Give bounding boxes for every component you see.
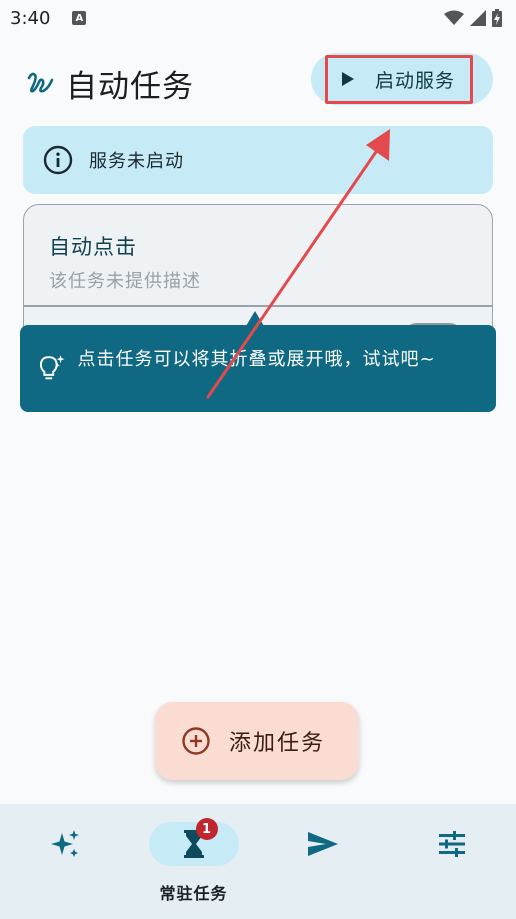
- sparkle-icon: [50, 830, 79, 857]
- nav-item-settings[interactable]: [387, 804, 516, 919]
- nav-item-resident-tasks[interactable]: 1 常驻任务: [129, 804, 258, 919]
- wifi-icon: [444, 10, 464, 25]
- service-status-text: 服务未启动: [89, 151, 184, 172]
- app-logo-icon: [27, 72, 54, 93]
- tune-icon: [438, 831, 465, 857]
- tooltip-caret: [246, 311, 264, 326]
- start-service-label: 启动服务: [375, 69, 456, 92]
- hint-tooltip: 点击任务可以将其折叠或展开哦，试试吧~: [20, 325, 496, 412]
- nav-icon-container: [407, 822, 497, 866]
- send-icon: [307, 832, 338, 856]
- lightbulb-icon: [39, 355, 65, 380]
- status-bar: 3:40 A: [0, 0, 516, 36]
- notification-icon: A: [72, 11, 87, 25]
- task-description: 该任务未提供描述: [49, 271, 201, 292]
- add-task-label: 添加任务: [229, 731, 326, 756]
- add-task-button[interactable]: 添加任务: [155, 702, 359, 780]
- notification-badge: 1: [195, 818, 218, 840]
- nav-icon-container: [20, 822, 110, 866]
- page-title: 自动任务: [66, 69, 194, 105]
- signal-icon: [470, 10, 486, 26]
- info-icon: [43, 145, 73, 175]
- play-icon: [342, 72, 354, 86]
- add-circle-icon: [182, 727, 210, 755]
- nav-item-send[interactable]: [258, 804, 387, 919]
- task-title: 自动点击: [49, 235, 137, 259]
- nav-icon-container: 1: [148, 818, 239, 866]
- task-divider: [24, 305, 492, 307]
- status-time: 3:40: [10, 7, 51, 29]
- battery-icon: [492, 9, 502, 27]
- start-service-button[interactable]: 启动服务: [311, 53, 493, 105]
- app-header: 自动任务 启动服务: [0, 50, 516, 112]
- nav-label-resident-tasks: 常驻任务: [159, 884, 228, 903]
- tooltip-text: 点击任务可以将其折叠或展开哦，试试吧~: [77, 349, 436, 370]
- nav-icon-container: [278, 822, 368, 866]
- nav-item-sparkle[interactable]: [0, 804, 129, 919]
- bottom-navigation: 1 常驻任务: [0, 804, 516, 919]
- service-status-banner: 服务未启动: [23, 126, 493, 194]
